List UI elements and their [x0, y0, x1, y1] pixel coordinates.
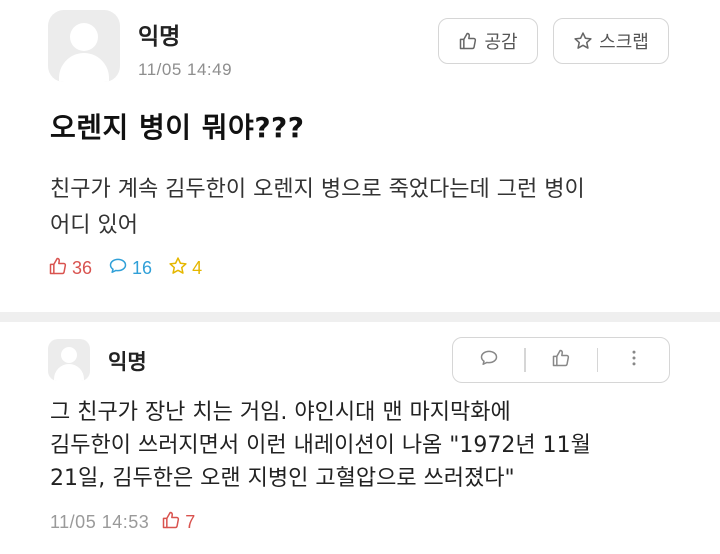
like-stat: 36 [48, 256, 92, 281]
like-button[interactable]: 공감 [438, 18, 538, 64]
comment-avatar [48, 339, 90, 381]
post-body: 친구가 계속 김두한이 오렌지 병으로 죽었다는데 그런 병이 어디 있어 [50, 172, 690, 244]
comment-author: 익명 [108, 350, 147, 374]
section-divider [0, 312, 720, 322]
comment-like-button[interactable] [526, 338, 597, 382]
comment-timestamp: 11/05 14:53 [50, 512, 150, 532]
comment-meta: 11/05 14:53 7 [50, 510, 195, 535]
comment-body-line: 그 친구가 장난 치는 거임. 야인시대 맨 마지막화에 [50, 400, 511, 425]
scrap-button-label: 스크랩 [599, 32, 649, 53]
scrap-stat: 4 [168, 256, 202, 281]
comment-body: 그 친구가 장난 치는 거임. 야인시대 맨 마지막화에 김두한이 쓰러지면서 … [50, 396, 700, 495]
speech-bubble-icon [108, 256, 128, 281]
reply-button[interactable] [453, 338, 524, 382]
comment-body-line: 21일, 김두한은 오랜 지병인 고혈압으로 쓰러졌다" [50, 466, 515, 491]
star-icon [168, 256, 188, 281]
post-title: 오렌지 병이 뭐야??? [50, 111, 305, 144]
speech-bubble-icon [479, 348, 499, 372]
comment-stat: 16 [108, 256, 152, 281]
more-options-button[interactable] [598, 338, 669, 382]
comment-action-bar [452, 337, 670, 383]
thumbs-up-icon [458, 31, 478, 51]
post-card: 익명 11/05 14:49 공감 스크랩 오렌지 병이 뭐야??? 친구가 계… [0, 0, 720, 312]
post-stats: 36 16 4 [48, 256, 212, 281]
scrap-button[interactable]: 스크랩 [553, 18, 669, 64]
scrap-count: 4 [192, 258, 203, 278]
star-icon [573, 31, 593, 51]
thumbs-up-icon [161, 510, 181, 535]
comment-like-stat: 7 [161, 510, 195, 535]
post-author: 익명 [138, 24, 181, 50]
thumbs-up-icon [551, 348, 571, 372]
comment-like-count: 7 [185, 512, 196, 532]
post-timestamp: 11/05 14:49 [138, 60, 233, 79]
like-button-label: 공감 [484, 32, 518, 53]
thumbs-up-icon [48, 256, 68, 281]
post-body-line: 친구가 계속 김두한이 오렌지 병으로 죽었다는데 그런 병이 [50, 177, 585, 202]
vertical-dots-icon [624, 348, 644, 372]
post-body-line: 어디 있어 [50, 213, 138, 238]
comment-body-line: 김두한이 쓰러지면서 이런 내레이션이 나옴 "1972년 11월 [50, 433, 591, 458]
like-count: 36 [72, 258, 93, 278]
author-avatar [48, 10, 120, 82]
comment-count: 16 [132, 258, 153, 278]
